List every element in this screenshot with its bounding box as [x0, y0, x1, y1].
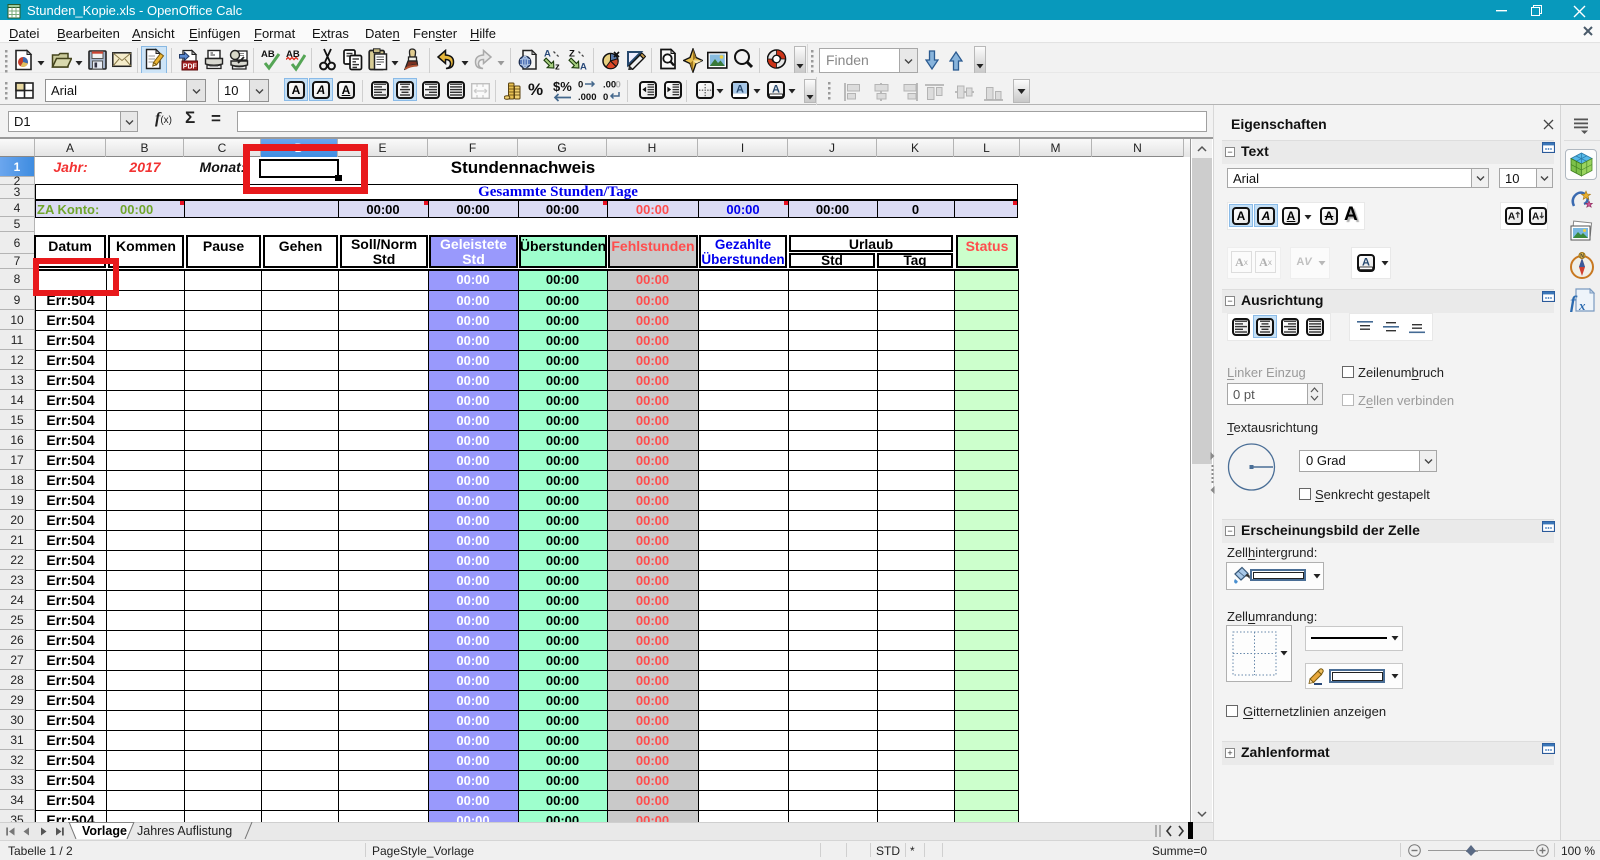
svg-text:.00: .00	[603, 80, 616, 91]
svg-text:0: 0	[578, 80, 583, 91]
svg-text:AB: AB	[261, 49, 275, 60]
svg-text:A: A	[1532, 211, 1540, 222]
svg-text:Z: Z	[569, 49, 575, 60]
svg-text:A: A	[580, 62, 587, 73]
svg-text:z: z	[555, 62, 560, 73]
svg-text:0: 0	[603, 92, 608, 103]
svg-text:A: A	[544, 49, 551, 60]
svg-text:A: A	[1508, 211, 1516, 222]
svg-text:.000: .000	[578, 92, 597, 103]
svg-text:0: 0	[616, 80, 621, 91]
svg-text:N: N	[1580, 254, 1584, 260]
svg-text:x: x	[1578, 298, 1586, 313]
svg-text:$%: $%	[553, 79, 572, 94]
svg-text:PDF: PDF	[183, 63, 198, 70]
svg-text:A: A	[736, 83, 744, 95]
